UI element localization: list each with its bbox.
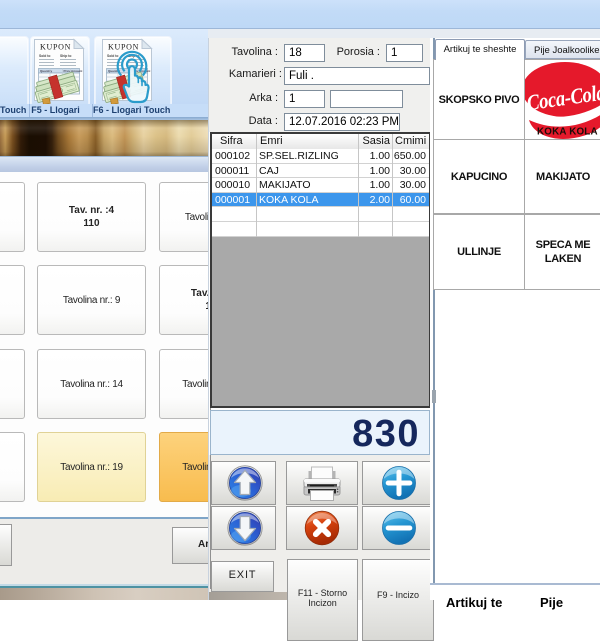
svg-text:KOKA KOLA: KOKA KOLA — [537, 127, 598, 138]
